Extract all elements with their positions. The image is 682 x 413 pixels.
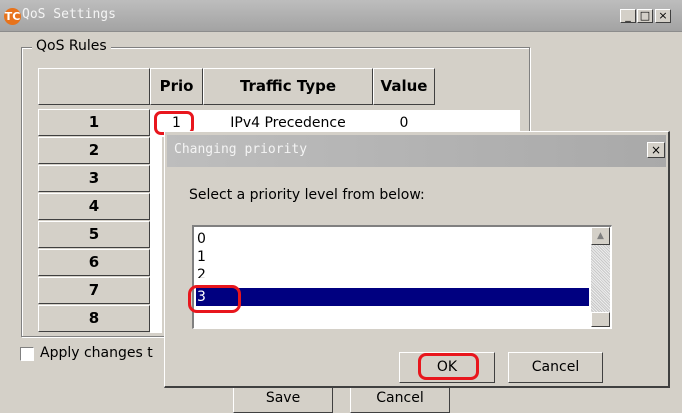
row-header-1[interactable]: 1 — [38, 109, 150, 136]
minimize-button[interactable]: _ — [620, 9, 636, 23]
scroll-up-arrow-icon[interactable]: ▲ — [591, 227, 610, 245]
maximize-button[interactable]: □ — [637, 9, 653, 23]
app-logo-icon: TC — [4, 8, 21, 25]
apply-changes-label[interactable]: Apply changes t — [40, 345, 153, 361]
selected-option-highlight-ring — [188, 285, 241, 313]
row-header-7[interactable]: 7 — [38, 277, 150, 304]
priority-option-0[interactable]: 0 — [196, 230, 589, 248]
dialog-prompt: Select a priority level from below: — [189, 187, 425, 203]
scroll-down-button[interactable] — [591, 312, 610, 327]
priority-option-1[interactable]: 1 — [196, 248, 589, 266]
row-header-8[interactable]: 8 — [38, 305, 150, 332]
prio-column-header[interactable]: Prio — [150, 68, 203, 105]
row-header-4[interactable]: 4 — [38, 193, 150, 220]
row-header-6[interactable]: 6 — [38, 249, 150, 276]
apply-changes-checkbox[interactable] — [20, 347, 34, 361]
row-header-5[interactable]: 5 — [38, 221, 150, 248]
table-corner-header — [38, 68, 150, 105]
window-title: QoS Settings — [22, 7, 116, 22]
traffic-type-column-header[interactable]: Traffic Type — [203, 68, 373, 105]
ok-button-highlight-ring — [418, 353, 479, 380]
row-header-3[interactable]: 3 — [38, 165, 150, 192]
dialog-close-button[interactable]: × — [647, 142, 665, 158]
value-column-header[interactable]: Value — [373, 68, 435, 105]
row-header-2[interactable]: 2 — [38, 137, 150, 164]
dialog-title: Changing priority — [174, 142, 308, 157]
dialog-cancel-button[interactable]: Cancel — [508, 352, 603, 383]
priority-option-2[interactable]: 2 — [196, 266, 589, 278]
close-button[interactable]: × — [655, 9, 671, 23]
qos-rules-group-label: QoS Rules — [32, 38, 111, 54]
table-cells-area — [150, 137, 162, 333]
priority-option-3-selected[interactable]: 3 — [196, 288, 589, 306]
